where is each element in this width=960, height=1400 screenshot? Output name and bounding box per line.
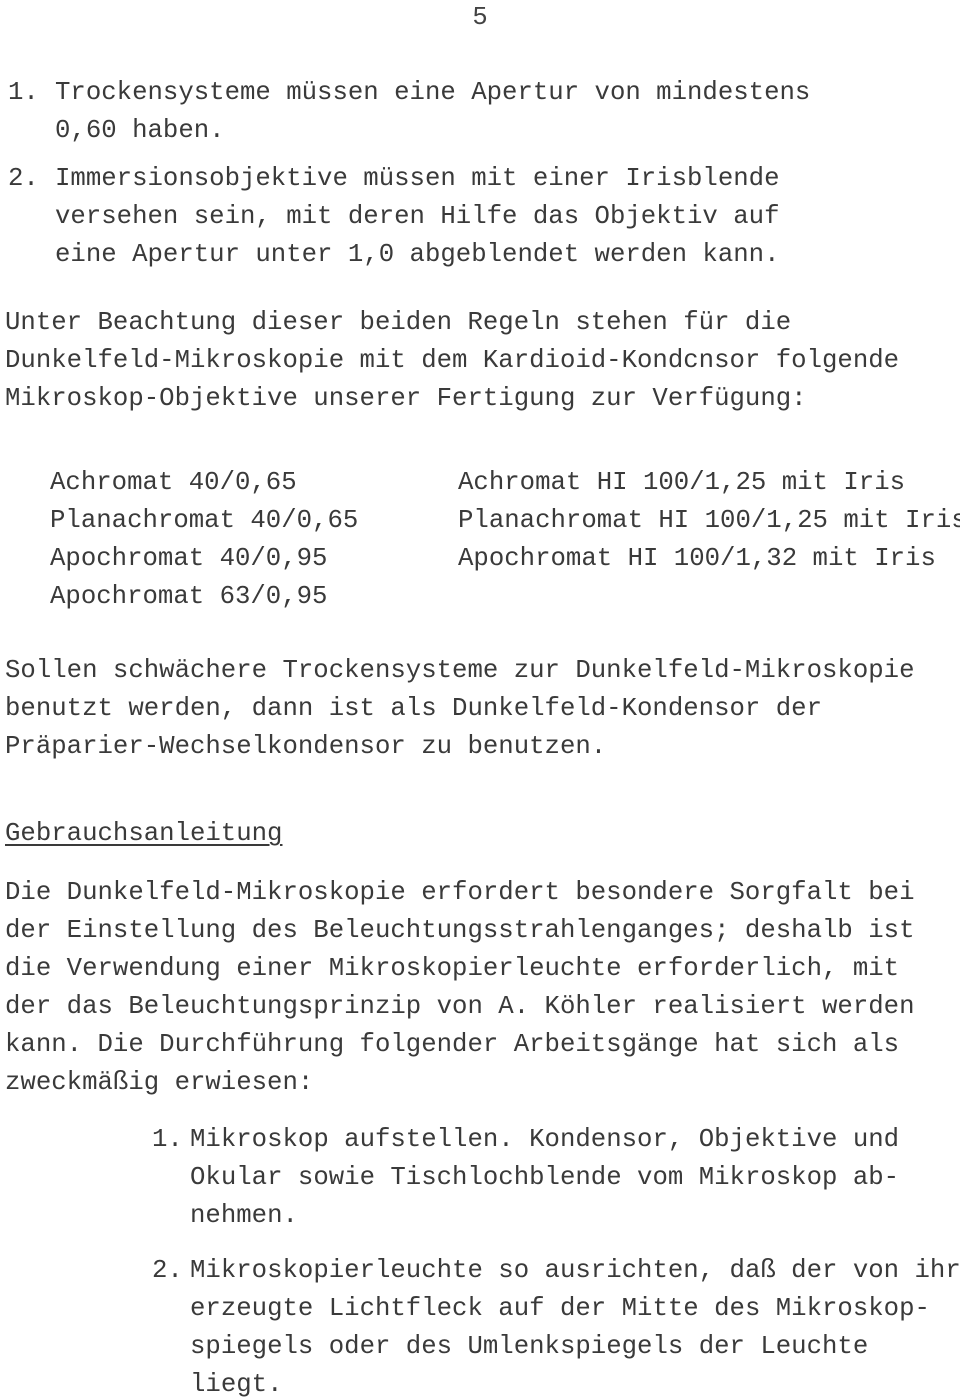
list-item-marker: 1. — [152, 1125, 183, 1154]
objective-left-item: Planachromat 40/0,65 — [50, 506, 359, 535]
paragraph-line: Präparier-Wechselkondensor zu benutzen. — [5, 732, 607, 761]
objective-left-item: Achromat 40/0,65 — [50, 468, 297, 497]
page-number: 5 — [472, 3, 488, 32]
document-page: 5 1. Trockensysteme müssen eine Apertur … — [0, 0, 960, 1399]
list-item-line: versehen sein, mit deren Hilfe das Objek… — [55, 202, 780, 231]
objective-left-item: Apochromat 63/0,95 — [50, 582, 328, 611]
paragraph-line: Sollen schwächere Trockensysteme zur Dun… — [5, 656, 915, 685]
list-item-marker: 2. — [152, 1256, 183, 1285]
paragraph-line: Dunkelfeld-Mikroskopie mit dem Kardioid-… — [5, 346, 900, 375]
paragraph-line: kann. Die Durchführung folgender Arbeits… — [5, 1030, 900, 1059]
list-item-marker: 2. — [8, 164, 39, 193]
paragraph-line: benutzt werden, dann ist als Dunkelfeld-… — [5, 694, 822, 723]
paragraph-line: Mikroskop-Objektive unserer Fertigung zu… — [5, 384, 807, 413]
objective-right-item: Apochromat HI 100/1,32 mit Iris — [458, 544, 936, 573]
paragraph-line: Die Dunkelfeld-Mikroskopie erfordert bes… — [5, 878, 915, 907]
paragraph-line: Unter Beachtung dieser beiden Regeln ste… — [5, 308, 792, 337]
list-item-marker: 1. — [8, 78, 39, 107]
paragraph-line: der Einstellung des Beleuchtungsstrahlen… — [5, 916, 915, 945]
objective-right-item: Achromat HI 100/1,25 mit Iris — [458, 468, 906, 497]
list-item-line: Immersionsobjektive müssen mit einer Iri… — [55, 164, 780, 193]
list-item-line: nehmen. — [190, 1201, 298, 1230]
list-item-line: spiegels oder des Umlenkspiegels der Leu… — [190, 1332, 869, 1361]
list-item-line: Trockensysteme müssen eine Apertur von m… — [55, 78, 811, 107]
objective-left-item: Apochromat 40/0,95 — [50, 544, 328, 573]
list-item-line: erzeugte Lichtfleck auf der Mitte des Mi… — [190, 1294, 930, 1323]
section-heading: Gebrauchsanleitung — [5, 819, 283, 848]
list-item-line: Mikroskopierleuchte so ausrichten, daß d… — [190, 1256, 960, 1285]
list-item-line: eine Apertur unter 1,0 abgeblendet werde… — [55, 240, 780, 269]
paragraph-line: die Verwendung einer Mikroskopierleuchte… — [5, 954, 900, 983]
list-item-line: Okular sowie Tischlochblende vom Mikrosk… — [190, 1163, 900, 1192]
list-item-line: liegt. — [190, 1370, 283, 1399]
paragraph-line: zweckmäßig erwiesen: — [5, 1068, 314, 1097]
paragraph-line: der das Beleuchtungsprinzip von A. Köhle… — [5, 992, 915, 1021]
list-item-line: 0,60 haben. — [55, 116, 225, 145]
objective-right-item: Planachromat HI 100/1,25 mit Iris — [458, 506, 960, 535]
list-item-line: Mikroskop aufstellen. Kondensor, Objekti… — [190, 1125, 900, 1154]
